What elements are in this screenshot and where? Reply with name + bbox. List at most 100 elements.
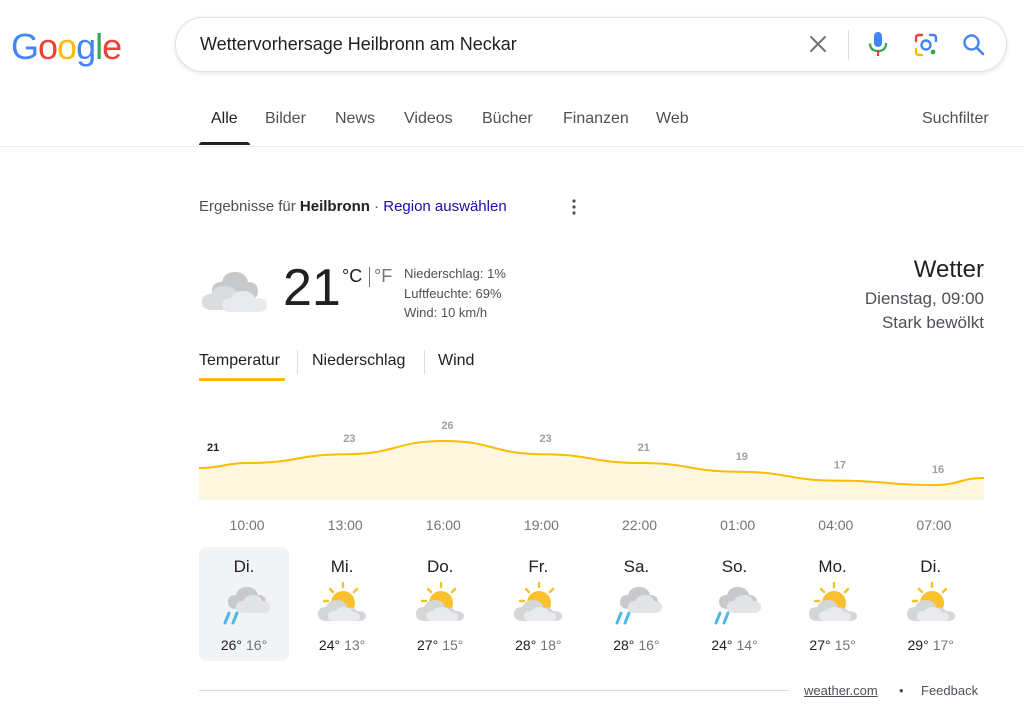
tab-wind[interactable]: Wind	[438, 352, 474, 370]
current-temperature: 21	[283, 259, 341, 317]
precipitation-text: Niederschlag: 1%	[404, 266, 506, 281]
tab-videos[interactable]: Videos	[404, 110, 453, 128]
search-icon[interactable]	[961, 32, 987, 58]
time-label: 07:00	[916, 517, 952, 533]
low-temp: 14°	[736, 637, 758, 653]
rain-cloud-icon	[607, 581, 665, 627]
temperature-label: 23	[343, 433, 355, 445]
unit-celsius[interactable]: °C	[342, 266, 362, 287]
day-forecast-2[interactable]: Do. 27° 15°	[395, 547, 485, 661]
day-forecast-3[interactable]: Fr. 28° 18°	[493, 547, 583, 661]
time-label: 10:00	[229, 517, 265, 533]
unit-fahrenheit[interactable]: °F	[374, 266, 392, 287]
day-forecast-6[interactable]: Mo. 27° 15°	[788, 547, 878, 661]
weather-title: Wetter	[913, 256, 984, 283]
day-temps: 26° 16°	[199, 637, 289, 653]
tab-bilder[interactable]: Bilder	[265, 110, 306, 128]
low-temp: 17°	[932, 637, 954, 653]
rain-cloud-icon	[215, 581, 273, 627]
tab-finanzen[interactable]: Finanzen	[563, 110, 629, 128]
day-forecast-5[interactable]: So. 24° 14°	[690, 547, 780, 661]
feedback-link[interactable]: Feedback	[921, 683, 978, 698]
low-temp: 15°	[834, 637, 856, 653]
cloudy-icon	[202, 272, 267, 312]
day-name: Di.	[920, 557, 942, 576]
high-temp: 27°	[809, 637, 831, 653]
high-temp: 26°	[220, 637, 242, 653]
day-name: Di.	[233, 557, 255, 576]
weather-condition: Stark bewölkt	[881, 313, 984, 332]
logo-letter: g	[76, 26, 96, 67]
unit-divider	[369, 267, 370, 287]
divider	[297, 350, 298, 374]
day-temps: 24° 13°	[297, 637, 387, 653]
header-divider	[0, 146, 1024, 147]
logo-letter: G	[11, 26, 39, 67]
day-temps: 29° 17°	[886, 637, 976, 653]
results-for-line: Ergebnisse für Heilbronn · Region auswäh…	[199, 198, 507, 215]
partly-sunny-icon	[902, 581, 960, 627]
tab-niederschlag[interactable]: Niederschlag	[312, 352, 405, 370]
tab-buecher[interactable]: Bücher	[482, 110, 533, 128]
google-logo[interactable]: Google	[11, 26, 122, 68]
time-label: 01:00	[720, 517, 756, 533]
tab-temperatur[interactable]: Temperatur	[199, 352, 280, 370]
logo-letter: o	[57, 26, 77, 67]
weather-details: Niederschlag: 1% Luftfeuchte: 69% Wind: …	[404, 264, 506, 323]
microphone-icon[interactable]	[866, 30, 890, 58]
low-temp: 13°	[344, 637, 366, 653]
logo-letter: l	[95, 26, 103, 67]
active-tab-indicator	[199, 142, 250, 145]
region-select-link[interactable]: Region auswählen	[383, 198, 506, 215]
results-separator: ·	[369, 198, 384, 215]
tab-alle[interactable]: Alle	[211, 110, 238, 128]
time-label: 13:00	[327, 517, 363, 533]
search-input[interactable]: Wettervorhersage Heilbronn am Neckar	[200, 34, 517, 55]
time-label: 04:00	[818, 517, 854, 533]
close-icon[interactable]	[806, 32, 830, 56]
source-link[interactable]: weather.com	[804, 683, 878, 698]
humidity-text: Luftfeuchte: 69%	[404, 285, 502, 301]
high-temp: 29°	[907, 637, 929, 653]
tab-web[interactable]: Web	[656, 110, 689, 128]
day-name: So.	[721, 557, 748, 576]
day-forecast-7[interactable]: Di. 29° 17°	[886, 547, 976, 661]
partly-sunny-icon	[411, 581, 469, 627]
low-temp: 15°	[442, 637, 464, 653]
more-options-icon[interactable]	[566, 198, 582, 216]
temperature-label: 16	[932, 464, 944, 476]
low-temp: 18°	[540, 637, 562, 653]
day-name: Sa.	[623, 557, 650, 576]
active-metric-indicator	[199, 378, 285, 381]
day-forecast-4[interactable]: Sa. 28° 16°	[591, 547, 681, 661]
partly-sunny-icon	[313, 581, 371, 627]
rain-cloud-icon	[706, 581, 764, 627]
day-temps: 27° 15°	[788, 637, 878, 653]
day-name: Mo.	[818, 557, 847, 576]
high-temp: 24°	[711, 637, 733, 653]
search-filter-button[interactable]: Suchfilter	[922, 110, 989, 128]
partly-sunny-icon	[509, 581, 567, 627]
search-box[interactable]: Wettervorhersage Heilbronn am Neckar	[175, 17, 1007, 72]
low-temp: 16°	[246, 637, 268, 653]
results-prefix: Ergebnisse für	[199, 198, 300, 215]
temperature-label: 26	[441, 420, 453, 432]
day-name: Do.	[426, 557, 454, 576]
day-temps: 28° 18°	[493, 637, 583, 653]
high-temp: 27°	[417, 637, 439, 653]
high-temp: 28°	[613, 637, 635, 653]
tab-news[interactable]: News	[335, 110, 375, 128]
day-forecast-1[interactable]: Mi. 24° 13°	[297, 547, 387, 661]
camera-search-icon[interactable]	[913, 32, 939, 58]
time-label: 16:00	[425, 517, 461, 533]
day-forecast-0[interactable]: Di. 26° 16°	[199, 547, 289, 661]
results-city: Heilbronn	[299, 198, 370, 215]
temperature-label: 19	[736, 451, 748, 463]
partly-sunny-icon	[804, 581, 862, 627]
chart-area	[199, 441, 984, 500]
footer-dot: •	[899, 683, 904, 698]
day-name: Mi.	[330, 557, 354, 576]
day-name: Fr.	[528, 557, 549, 576]
temperature-label: 23	[539, 433, 551, 445]
time-label: 22:00	[622, 517, 658, 533]
